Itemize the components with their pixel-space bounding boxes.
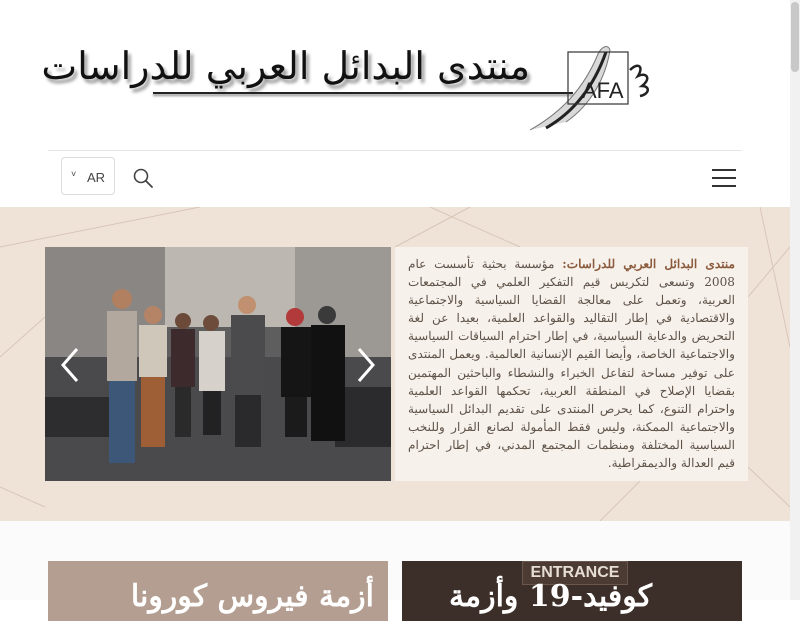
featured-section: أزمة فيروس كورونا ENTRANCE كوفيد-19 وأزم… (0, 521, 790, 621)
hamburger-menu-icon[interactable] (712, 166, 738, 190)
card-title: كوفيد-19 وأزمة (448, 579, 652, 614)
intro-lead: منتدى البدائل العربي للدراسات: (562, 257, 735, 271)
search-icon[interactable] (132, 167, 154, 189)
featured-card-covid[interactable]: ENTRANCE كوفيد-19 وأزمة (402, 561, 742, 621)
featured-card-corona[interactable]: أزمة فيروس كورونا (48, 561, 388, 621)
intro-text-box: منتدى البدائل العربي للدراسات: مؤسسة بحث… (395, 247, 748, 481)
page-scrollbar[interactable] (790, 0, 800, 600)
chevron-left-icon[interactable] (57, 345, 85, 385)
logo-title: منتدى البدائل العربي للدراسات (41, 44, 530, 88)
intro-body: مؤسسة بحثية تأسست عام 2008 وتسعى لتكريس … (408, 257, 735, 471)
card-title: أزمة فيروس كورونا (130, 579, 374, 614)
site-header: منتدى البدائل العربي للدراسات AFA ˅ AR (0, 0, 790, 207)
language-value: AR (87, 170, 106, 185)
header-divider (48, 150, 742, 151)
image-slider[interactable] (45, 247, 391, 481)
logo-underline (153, 92, 573, 94)
group-photo (45, 247, 391, 481)
scrollbar-thumb[interactable] (791, 2, 799, 72)
chevron-down-icon: ˅ (71, 169, 77, 179)
site-logo[interactable]: منتدى البدائل العربي للدراسات AFA (41, 40, 660, 135)
language-select[interactable]: ˅ AR (61, 157, 115, 195)
logo-emblem-icon: AFA (529, 46, 649, 131)
hero-section: منتدى البدائل العربي للدراسات: مؤسسة بحث… (0, 207, 790, 521)
logo-letters: AFA (582, 78, 624, 103)
chevron-right-icon[interactable] (351, 345, 379, 385)
